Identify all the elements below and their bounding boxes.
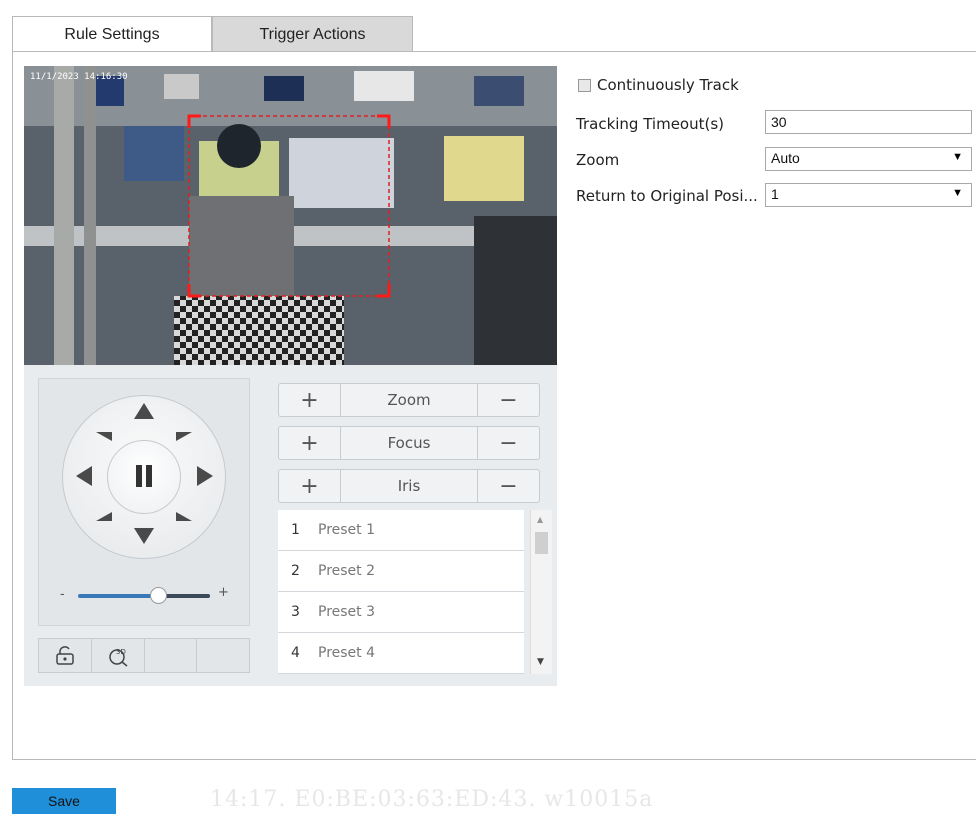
3d-positioning-icon: 3D — [108, 648, 128, 667]
svg-text:3D: 3D — [116, 648, 126, 656]
continuous-track-checkbox[interactable] — [578, 78, 591, 92]
zoom-label: Zoom — [340, 384, 478, 416]
tab-trigger-actions[interactable]: Trigger Actions — [212, 16, 413, 52]
zoom-out-button[interactable]: − — [478, 384, 539, 416]
video-frame-image — [24, 66, 557, 365]
preset-list: 1 Preset 1 2 Preset 2 3 Preset 3 4 Prese… — [278, 510, 524, 674]
pause-button[interactable] — [107, 440, 181, 514]
tab-rule-settings[interactable]: Rule Settings — [12, 16, 212, 52]
ptz-blank-button-1[interactable] — [144, 638, 198, 673]
preset-number: 2 — [291, 563, 300, 579]
preset-item[interactable]: 1 Preset 1 — [278, 510, 524, 551]
preset-scrollbar[interactable]: ▲ ▼ — [530, 510, 552, 674]
preset-number: 1 — [291, 522, 300, 538]
zoom-in-button[interactable]: + — [279, 384, 340, 416]
continuous-track-label: Continuously Track — [597, 76, 739, 94]
speed-slider-handle[interactable] — [150, 587, 167, 604]
watermark-text: 14:17. E0:BE:03:63:ED:43. w10015a — [210, 787, 654, 812]
arrow-left-icon[interactable] — [76, 466, 92, 486]
zoom-control: + Zoom − — [278, 383, 540, 417]
return-position-value: 1 — [771, 186, 779, 202]
tracking-timeout-input[interactable] — [765, 110, 972, 134]
preset-item[interactable]: 3 Preset 3 — [278, 592, 524, 633]
iris-plus-button[interactable]: + — [279, 470, 340, 502]
video-timestamp-osd: 11/1/2023 14:16:30 — [30, 72, 128, 82]
lock-icon — [56, 645, 74, 665]
arrow-right-icon[interactable] — [197, 466, 213, 486]
chevron-down-icon: ▼ — [952, 151, 963, 163]
continuous-track-row: Continuously Track — [578, 76, 739, 94]
zoom-select-value: Auto — [771, 150, 800, 166]
3d-positioning-button[interactable]: 3D — [91, 638, 145, 673]
iris-label: Iris — [340, 470, 478, 502]
arrow-up-left-icon[interactable] — [96, 432, 112, 441]
ptz-blank-button-2[interactable] — [197, 638, 250, 673]
speed-slider[interactable] — [78, 594, 210, 598]
preset-name: Preset 2 — [318, 563, 376, 579]
save-button[interactable]: Save — [12, 788, 116, 814]
arrow-up-icon[interactable] — [134, 403, 154, 419]
arrow-down-left-icon[interactable] — [96, 512, 112, 521]
arrow-up-right-icon[interactable] — [176, 432, 192, 441]
preset-name: Preset 4 — [318, 645, 376, 661]
speed-plus-label: + — [218, 585, 229, 600]
preset-name: Preset 1 — [318, 522, 376, 538]
video-preview[interactable]: 11/1/2023 14:16:30 — [24, 66, 557, 365]
zoom-setting-label: Zoom — [576, 151, 620, 169]
focus-plus-button[interactable]: + — [279, 427, 340, 459]
lock-ptz-button[interactable] — [38, 638, 92, 673]
iris-control: + Iris − — [278, 469, 540, 503]
preset-name: Preset 3 — [318, 604, 376, 620]
return-position-label: Return to Original Posi... — [576, 187, 758, 205]
focus-control: + Focus − — [278, 426, 540, 460]
focus-label: Focus — [340, 427, 478, 459]
ptz-extra-buttons: 3D — [38, 638, 250, 673]
chevron-down-icon: ▼ — [952, 187, 963, 199]
preset-item[interactable]: 4 Preset 4 — [278, 633, 524, 674]
preset-item[interactable]: 2 Preset 2 — [278, 551, 524, 592]
zoom-select[interactable]: Auto ▼ — [765, 147, 972, 171]
preset-number: 4 — [291, 645, 300, 661]
return-position-select[interactable]: 1 ▼ — [765, 183, 972, 207]
focus-minus-button[interactable]: − — [478, 427, 539, 459]
scrollbar-thumb[interactable] — [535, 532, 548, 554]
speed-minus-label: - — [60, 587, 65, 602]
scroll-up-icon[interactable]: ▲ — [537, 515, 543, 524]
tracking-timeout-label: Tracking Timeout(s) — [576, 115, 725, 133]
arrow-down-right-icon[interactable] — [176, 512, 192, 521]
iris-minus-button[interactable]: − — [478, 470, 539, 502]
pause-icon — [136, 465, 152, 487]
preset-number: 3 — [291, 604, 300, 620]
arrow-down-icon[interactable] — [134, 528, 154, 544]
scroll-down-icon[interactable]: ▼ — [537, 657, 544, 667]
